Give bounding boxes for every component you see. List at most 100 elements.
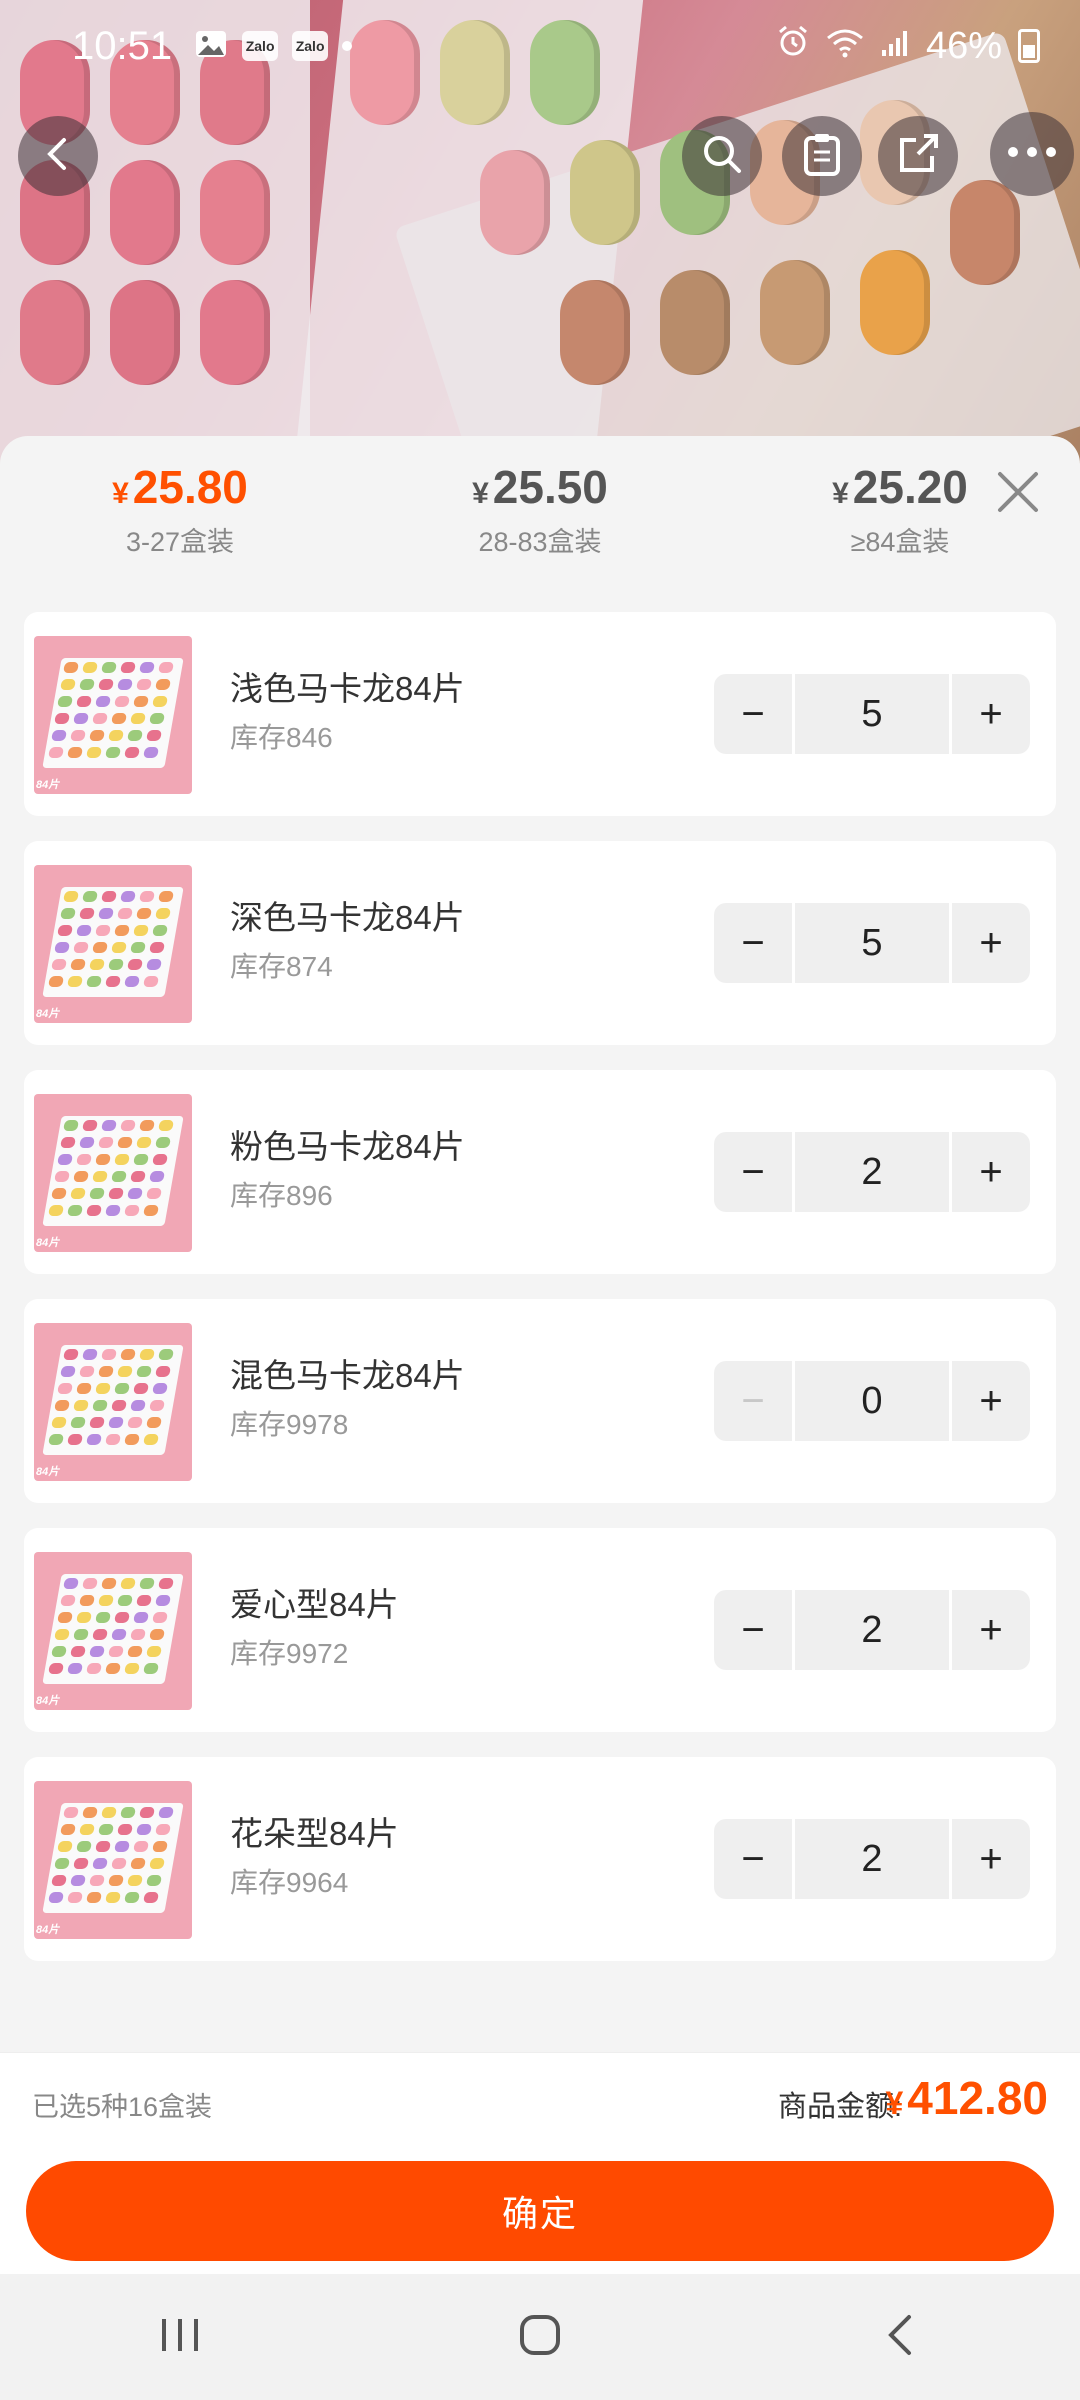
order-footer: 已选5种16盒装 商品金额: ¥412.80 确定 [0,2052,1080,2274]
decrease-button[interactable]: − [714,1361,792,1441]
home-icon [518,2313,562,2362]
back-button[interactable] [18,116,98,196]
quantity-stepper: − 5 + [714,903,1030,983]
search-icon [701,133,743,180]
sku-name: 浅色马卡龙84片 [230,670,465,707]
macaron-tray-graphic [42,887,184,997]
confirm-button[interactable]: 确定 [26,2161,1054,2261]
more-icon [1007,145,1057,163]
price-tier: ¥25.50 28-83盒装 [410,460,670,559]
more-notifications-dot [342,41,353,51]
tier-currency: ¥ [472,477,489,510]
sku-stock: 库存9972 [230,1638,349,1669]
tier-currency: ¥ [112,477,129,510]
quantity-value[interactable]: 5 [795,903,949,983]
image-icon [194,24,228,69]
notification-icons: Zalo Zalo [194,24,353,69]
sku-stock: 库存896 [230,1180,333,1211]
sku-name: 粉色马卡龙84片 [230,1128,465,1165]
sku-thumbnail[interactable]: 84片 [34,865,192,1023]
sku-card: 84片 爱心型84片 库存9972 − 2 + [24,1528,1056,1732]
sku-stock: 库存846 [230,722,333,753]
thumb-tag: 84片 [36,1237,60,1249]
macaron-tray-graphic [42,1803,184,1913]
quantity-stepper: − 2 + [714,1132,1030,1212]
sku-thumbnail[interactable]: 84片 [34,1552,192,1710]
battery-icon [1018,29,1040,63]
sku-stock: 库存9978 [230,1409,349,1440]
decrease-button[interactable]: − [714,1819,792,1899]
sku-selector-sheet: ¥25.80 3-27盒装 ¥25.50 28-83盒装 ¥25.20 ≥84盒… [0,436,1080,2272]
wifi-icon [826,25,864,68]
quantity-value[interactable]: 2 [795,1132,949,1212]
quantity-value[interactable]: 2 [795,1819,949,1899]
macaron-tray-graphic [42,1345,184,1455]
system-nav-bar [0,2274,1080,2400]
thumb-tag: 84片 [36,779,60,791]
quantity-stepper: − 2 + [714,1819,1030,1899]
quantity-value[interactable]: 2 [795,1590,949,1670]
tier-range: 3-27盒装 [125,527,235,557]
sku-card: 84片 深色马卡龙84片 库存874 − 5 + [24,841,1056,1045]
clipboard-button[interactable] [782,116,862,196]
battery-percent: 46% [925,24,1002,67]
tier-currency: ¥ [832,477,849,510]
total-amount: ¥412.80 [886,2071,1049,2125]
macaron-tray-graphic [42,1116,184,1226]
thumb-tag: 84片 [36,1466,60,1478]
quantity-stepper: − 5 + [714,674,1030,754]
tier-price: 25.80 [132,461,248,513]
sku-stock: 库存874 [230,951,333,982]
signal-icon [880,25,910,68]
increase-button[interactable]: + [952,674,1030,754]
thumb-tag: 84片 [36,1924,60,1936]
recents-icon [158,2315,202,2360]
tier-price: 25.50 [492,461,608,513]
macaron-tray-graphic [42,1574,184,1684]
recents-button[interactable] [120,2297,240,2377]
decrease-button[interactable]: − [714,674,792,754]
sku-name: 花朵型84片 [230,1815,399,1852]
sku-thumbnail[interactable]: 84片 [34,1781,192,1939]
back-icon [885,2313,915,2362]
increase-button[interactable]: + [952,1590,1030,1670]
increase-button[interactable]: + [952,1361,1030,1441]
sku-card: 84片 混色马卡龙84片 库存9978 − 0 + [24,1299,1056,1503]
close-button[interactable] [992,466,1044,518]
clipboard-icon [802,132,842,181]
decrease-button[interactable]: − [714,1590,792,1670]
sku-name: 混色马卡龙84片 [230,1357,465,1394]
quantity-value[interactable]: 5 [795,674,949,754]
amount-value: 412.80 [907,2072,1048,2124]
macaron-tray-graphic [42,658,184,768]
price-tier: ¥25.20 ≥84盒装 [770,460,1030,559]
quantity-stepper: − 0 + [714,1361,1030,1441]
search-button[interactable] [682,116,762,196]
increase-button[interactable]: + [952,1819,1030,1899]
quantity-value[interactable]: 0 [795,1361,949,1441]
amount-label: 商品金额: [777,2091,902,2123]
decrease-button[interactable]: − [714,1132,792,1212]
price-tier: ¥25.80 3-27盒装 [50,460,310,559]
close-icon [992,472,1044,522]
more-button[interactable] [990,112,1074,196]
system-back-button[interactable] [840,2297,960,2377]
sku-thumbnail[interactable]: 84片 [34,636,192,794]
decrease-button[interactable]: − [714,903,792,983]
sku-name: 爱心型84片 [230,1586,399,1623]
increase-button[interactable]: + [952,903,1030,983]
quantity-stepper: − 2 + [714,1590,1030,1670]
status-time: 10:51 [72,23,173,68]
increase-button[interactable]: + [952,1132,1030,1212]
tier-range: ≥84盒装 [850,527,950,557]
home-button[interactable] [480,2297,600,2377]
share-button[interactable] [878,116,958,196]
share-icon [896,132,940,181]
sku-thumbnail[interactable]: 84片 [34,1323,192,1481]
sku-card: 84片 粉色马卡龙84片 库存896 − 2 + [24,1070,1056,1274]
price-tiers: ¥25.80 3-27盒装 ¥25.50 28-83盒装 ¥25.20 ≥84盒… [0,436,1080,584]
sku-thumbnail[interactable]: 84片 [34,1094,192,1252]
tier-range: 28-83盒装 [478,527,602,557]
status-bar: 10:51 Zalo Zalo 46% [0,0,1080,92]
sku-name: 深色马卡龙84片 [230,899,465,936]
